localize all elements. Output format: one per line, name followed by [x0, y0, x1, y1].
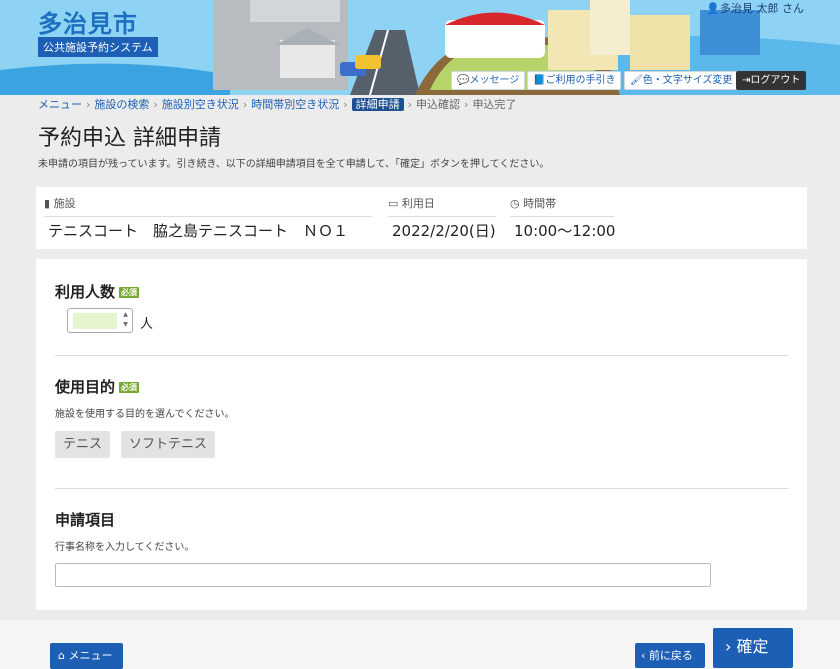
book-icon: 📘 [533, 75, 546, 86]
guide-button[interactable]: 📘ご利用の手引き [527, 71, 622, 90]
header-banner: 多治見市 公共施設予約システム 👤多治見 太郎 さん 💬メッセージ 📘ご利用の手… [0, 0, 840, 95]
event-name-input[interactable] [55, 563, 711, 587]
purpose-label: 使用目的 [55, 378, 116, 396]
reservation-summary: ▮ 施設 テニスコート 脇之島テニスコート ＮＯ１ ▭ 利用日 2022/2/2… [36, 187, 807, 249]
chevron-right-icon: › [343, 98, 348, 111]
date-label: ▭ 利用日 [388, 195, 496, 217]
chevron-right-icon: › [464, 98, 469, 111]
city-name: 多治見市 [38, 10, 138, 38]
stepper-down-icon[interactable]: ▼ [120, 320, 131, 330]
home-icon: ⌂ [58, 649, 65, 662]
facility-label-text: 施設 [53, 197, 76, 210]
message-button[interactable]: 💬メッセージ [451, 71, 526, 90]
menu-button-label: メニュー [68, 649, 113, 662]
purpose-field-title: 使用目的 必須 [55, 376, 140, 397]
system-name-badge: 公共施設予約システム [38, 37, 158, 57]
time-label: ◷ 時間帯 [510, 195, 614, 217]
date-value: 2022/2/20(日) [392, 222, 496, 240]
application-field-title: 申請項目 [55, 511, 116, 529]
chevron-right-icon: › [242, 98, 248, 111]
breadcrumb-complete: 申込完了 [472, 98, 517, 111]
confirm-button[interactable]: › 確定 [713, 628, 793, 668]
time-value: 10:00〜12:00 [514, 222, 616, 240]
speech-bubble-icon: 💬 [457, 75, 470, 86]
chevron-right-icon: › [153, 98, 158, 111]
chevron-right-icon: › [407, 98, 413, 111]
chevron-right-icon: › [86, 98, 91, 111]
application-hint: 行事名称を入力してください。 [55, 542, 195, 553]
logout-button-label: ログアウト [750, 75, 801, 86]
people-count-input[interactable] [73, 313, 117, 329]
color-size-button-label: 色・文字サイズ変更 [642, 75, 733, 86]
time-label-text: 時間帯 [523, 197, 557, 210]
guide-button-label: ご利用の手引き [545, 75, 616, 86]
required-badge: 必須 [119, 287, 140, 298]
people-label: 利用人数 [55, 283, 116, 301]
facility-label: ▮ 施設 [44, 195, 372, 217]
purpose-option-soft-tennis[interactable]: ソフトテニス [121, 431, 216, 458]
stepper-up-icon[interactable]: ▲ [120, 310, 131, 320]
building-icon: ▮ [44, 197, 51, 210]
breadcrumb-confirm: 申込確認 [416, 98, 461, 111]
people-count-stepper[interactable]: ▲ ▼ [67, 308, 133, 333]
user-name-label: 多治見 太郎 さん [720, 2, 804, 15]
date-label-text: 利用日 [401, 197, 435, 210]
breadcrumb-time-availability[interactable]: 時間帯別空き状況 [251, 98, 339, 111]
breadcrumb-facility-availability[interactable]: 施設別空き状況 [162, 98, 239, 111]
brush-icon: 🖌 [630, 75, 643, 86]
required-badge: 必須 [119, 382, 140, 393]
breadcrumb: メニュー › 施設の検索 › 施設別空き状況 › 時間帯別空き状況 › 詳細申請 › 申込確認 › 申込… [38, 97, 516, 113]
user-name[interactable]: 👤多治見 太郎 さん [706, 0, 804, 16]
calendar-icon: ▭ [388, 197, 399, 210]
breadcrumb-current: 詳細申請 [351, 98, 404, 111]
breadcrumb-menu[interactable]: メニュー [38, 98, 82, 111]
back-button[interactable]: ‹ 前に戻る [635, 643, 705, 668]
divider [55, 355, 789, 356]
clock-icon: ◷ [510, 197, 520, 210]
footer-bar: ⌂ メニュー ‹ 前に戻る › 確定 [0, 620, 840, 669]
purpose-hint: 施設を使用する目的を選んでください。 [55, 409, 235, 420]
page-description: 未申請の項目が残っています。引き続き、以下の詳細申請項目を全て申請して、「確定」… [38, 159, 550, 170]
logout-button[interactable]: ⇥ログアウト [736, 71, 807, 90]
chevron-left-icon: ‹ [641, 649, 646, 662]
people-field-title: 利用人数 必須 [55, 281, 140, 302]
people-unit: 人 [140, 317, 154, 332]
page-title: 予約申込 詳細申請 [38, 126, 221, 151]
detail-form: 利用人数 必須 ▲ ▼ 人 使用目的 必須 施設を使用する目的を選んでください。 テ… [36, 259, 807, 610]
facility-value: テニスコート 脇之島テニスコート ＮＯ１ [48, 222, 349, 240]
divider [55, 488, 789, 489]
back-button-label: 前に戻る [648, 649, 693, 662]
breadcrumb-facility-search[interactable]: 施設の検索 [94, 98, 149, 111]
purpose-option-tennis[interactable]: テニス [55, 431, 111, 458]
message-button-label: メッセージ [469, 75, 520, 86]
user-icon: 👤 [706, 2, 720, 15]
color-size-button[interactable]: 🖌色・文字サイズ変更 [624, 71, 739, 90]
chevron-right-icon: › [725, 637, 732, 656]
stepper-arrows[interactable]: ▲ ▼ [120, 310, 131, 331]
menu-button[interactable]: ⌂ メニュー [50, 643, 123, 669]
confirm-button-label: 確定 [736, 637, 769, 656]
